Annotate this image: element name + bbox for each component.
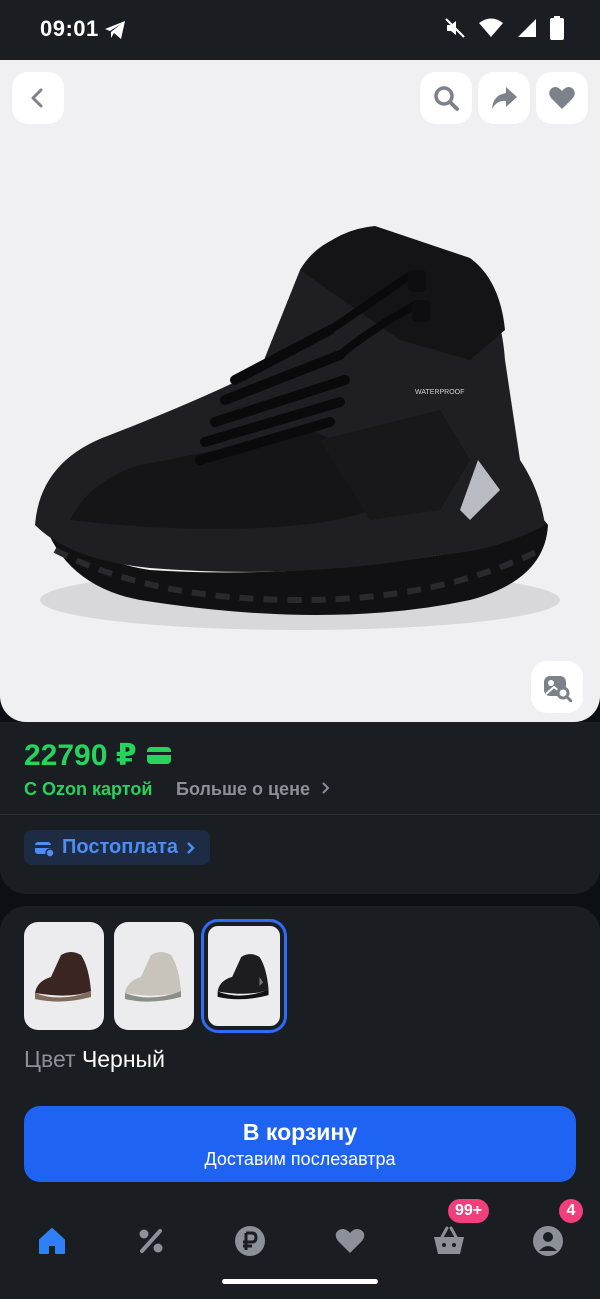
- waterproof-label: WATERPROOF: [415, 389, 464, 396]
- share-button[interactable]: [478, 72, 530, 124]
- color-swatches: [24, 919, 287, 1033]
- more-price-label: Больше о цене: [176, 779, 310, 799]
- swatch-shoe-image: [125, 952, 181, 1002]
- color-value: Черный: [81, 1046, 165, 1072]
- postpay-button[interactable]: Постоплата: [24, 830, 211, 865]
- swatch-shoe-image: [35, 952, 91, 1002]
- swatch-brown[interactable]: [24, 922, 104, 1030]
- nav-discounts[interactable]: [126, 1216, 176, 1266]
- cart-badge: 99+: [448, 1199, 490, 1223]
- profile-icon: [533, 1226, 563, 1256]
- telegram-icon: [105, 21, 125, 39]
- status-bar: 09:01: [0, 0, 600, 60]
- nav-favorites[interactable]: [325, 1216, 375, 1266]
- bottom-navigation: 99+ 4: [0, 1199, 600, 1299]
- status-icons: [444, 16, 564, 40]
- status-time: 09:01: [40, 16, 99, 41]
- swatch-black-selected[interactable]: [201, 919, 287, 1033]
- percent-icon: [139, 1229, 163, 1253]
- search-by-photo-button[interactable]: [531, 661, 583, 713]
- price-value: 22790 ₽: [24, 739, 137, 772]
- nav-cart[interactable]: [424, 1216, 474, 1266]
- basket-icon: [434, 1226, 464, 1254]
- mute-icon: [445, 18, 465, 38]
- ozon-card-price-label: С Ozon картой: [24, 779, 153, 799]
- more-price-link[interactable]: Больше о цене: [176, 779, 331, 800]
- nav-profile[interactable]: [523, 1216, 573, 1266]
- battery-icon: [550, 16, 564, 40]
- price: 22790 ₽: [24, 738, 171, 773]
- profile-badge: 4: [559, 1199, 583, 1223]
- back-icon: [31, 88, 43, 108]
- favorite-icon: [549, 87, 575, 109]
- delivery-label: Доставим послезавтра: [204, 1148, 396, 1169]
- price-section: 22790 ₽ С Ozon картой Больше о цене Пост…: [0, 722, 600, 894]
- swatch-shoe-image: [217, 954, 269, 1000]
- variant-section: Цвет Черный В корзину Доставим послезавт…: [0, 906, 600, 1206]
- wallet-icon: [35, 841, 54, 857]
- product-gallery[interactable]: WATERPROOF: [0, 60, 600, 722]
- swatch-beige[interactable]: [114, 922, 194, 1030]
- color-label: Цвет: [24, 1046, 76, 1072]
- search-icon: [434, 86, 459, 111]
- search-button[interactable]: [420, 72, 472, 124]
- nav-finance[interactable]: [225, 1216, 275, 1266]
- wifi-icon: [479, 18, 503, 37]
- back-button[interactable]: [12, 72, 64, 124]
- nav-home[interactable]: [27, 1216, 77, 1266]
- heart-icon: [335, 1229, 365, 1253]
- ruble-icon: [235, 1226, 265, 1256]
- image-search-icon: [544, 676, 572, 702]
- product-image[interactable]: WATERPROOF: [0, 130, 600, 650]
- chevron-right-icon: [187, 841, 195, 854]
- ozon-card-icon: [146, 747, 171, 764]
- home-icon: [39, 1228, 65, 1254]
- chevron-right-icon: [322, 782, 330, 794]
- share-icon: [492, 87, 517, 109]
- color-line: Цвет Черный: [24, 1046, 165, 1073]
- home-indicator: [222, 1279, 378, 1284]
- add-to-cart-button[interactable]: В корзину Доставим послезавтра: [24, 1106, 576, 1182]
- add-to-cart-label: В корзину: [242, 1118, 358, 1145]
- divider: [0, 814, 600, 815]
- favorite-button[interactable]: [536, 72, 588, 124]
- signal-icon: [518, 19, 536, 37]
- postpay-label: Постоплата: [62, 836, 179, 858]
